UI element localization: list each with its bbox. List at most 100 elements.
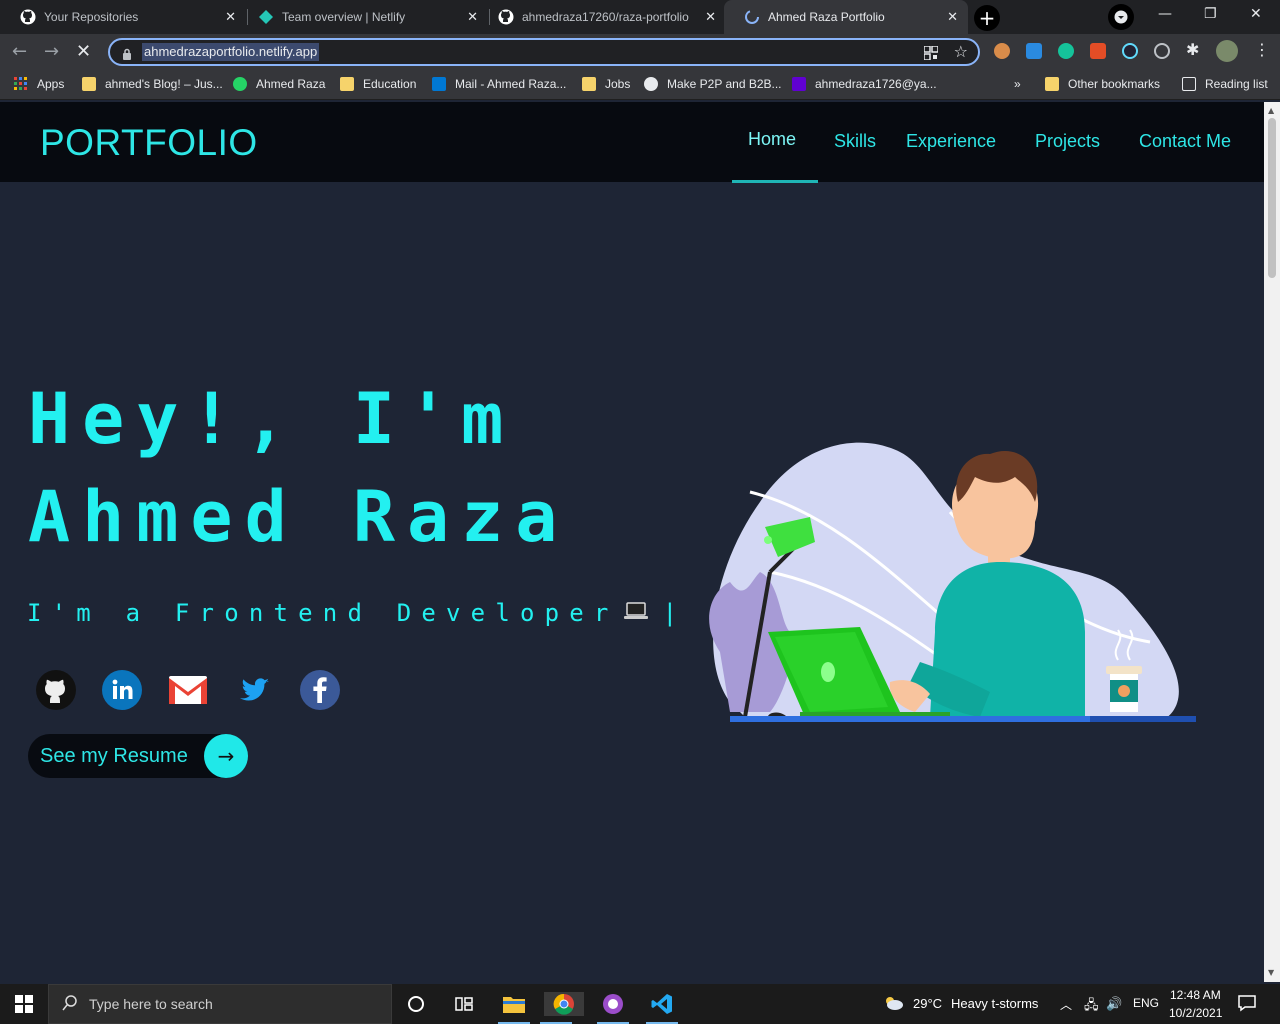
folder-icon [340, 77, 354, 91]
globe-icon [644, 77, 658, 91]
clock-time[interactable]: 12:48 AM [1170, 988, 1221, 1002]
facebook-icon[interactable] [300, 670, 340, 710]
bookmark-yahoo[interactable]: ahmedraza1726@ya... [792, 77, 937, 91]
page-scrollbar[interactable]: ▲ ▼ [1264, 102, 1280, 982]
nav-projects[interactable]: Projects [1035, 131, 1100, 152]
arrow-right-icon: → [204, 734, 248, 778]
bookmark-p2p[interactable]: Make P2P and B2B... [644, 77, 782, 91]
avatar[interactable] [1216, 40, 1238, 62]
browser-toolbar: ← → ✕ ahmedrazaportfolio.netlify.app ☆ ✱… [0, 34, 1280, 70]
menu-kebab-icon[interactable]: ⋮ [1254, 40, 1270, 59]
search-placeholder: Type here to search [89, 996, 213, 1012]
weather-description[interactable]: Heavy t-storms [951, 996, 1038, 1011]
window-close-button[interactable]: ✕ [1250, 6, 1262, 22]
weather-icon[interactable] [882, 994, 904, 1015]
task-view-icon[interactable] [452, 992, 476, 1016]
language-indicator[interactable]: ENG [1133, 996, 1159, 1010]
loading-icon [744, 9, 760, 25]
twitter-icon[interactable] [234, 670, 274, 710]
tab-label: Ahmed Raza Portfolio [768, 10, 885, 24]
address-text[interactable]: ahmedrazaportfolio.netlify.app [142, 43, 320, 61]
social-links [36, 670, 366, 710]
folder-icon [1045, 77, 1059, 91]
notifications-icon[interactable] [1238, 994, 1256, 1015]
linkedin-icon[interactable] [102, 670, 142, 710]
apps-grid-icon [14, 77, 28, 91]
weather-temperature[interactable]: 29°C [913, 996, 942, 1011]
cookie-extension-icon[interactable] [994, 43, 1010, 59]
scroll-up-icon[interactable]: ▲ [1268, 106, 1274, 115]
restore-button[interactable]: ❐ [1204, 6, 1217, 22]
folder-icon [582, 77, 596, 91]
yahoo-icon [792, 77, 806, 91]
chevron-up-icon[interactable]: ︿ [1060, 996, 1072, 1013]
bookmarks-overflow-button[interactable]: » [1014, 77, 1021, 91]
tab-label: ahmedraza17260/raza-portfolio [522, 10, 689, 24]
puzzle-extensions-icon[interactable]: ✱ [1186, 40, 1202, 59]
network-icon[interactable]: 🖧 [1084, 996, 1099, 1018]
bookmark-other[interactable]: Other bookmarks [1045, 77, 1160, 91]
nav-home[interactable]: Home [748, 129, 796, 150]
bookmark-blog[interactable]: ahmed's Blog! – Jus... [82, 77, 223, 91]
minimize-button[interactable]: — [1158, 6, 1172, 22]
volume-icon[interactable]: 🔊 [1106, 996, 1122, 1012]
github-icon [20, 9, 36, 25]
chevron-down-icon [1114, 10, 1128, 24]
close-icon[interactable]: ✕ [947, 9, 958, 25]
active-nav-indicator [732, 180, 818, 183]
tab-your-repositories[interactable]: Your Repositories ✕ [0, 0, 246, 34]
outlook-icon [432, 77, 446, 91]
file-explorer-icon[interactable] [498, 992, 530, 1024]
nav-experience[interactable]: Experience [906, 131, 996, 152]
chrome-icon[interactable] [540, 992, 584, 1024]
see-resume-button[interactable]: See my Resume → [28, 734, 248, 778]
github-desktop-icon[interactable] [597, 992, 629, 1024]
tab-strip: Your Repositories ✕ Team overview | Netl… [0, 0, 1280, 34]
html5-extension-icon[interactable] [1090, 43, 1106, 59]
tab-ahmed-raza-portfolio[interactable]: Ahmed Raza Portfolio ✕ [724, 0, 968, 34]
bookmark-apps[interactable]: Apps [14, 77, 64, 91]
tab-label: Your Repositories [44, 10, 139, 24]
address-bar[interactable]: ahmedrazaportfolio.netlify.app ☆ [108, 38, 980, 66]
close-icon[interactable]: ✕ [467, 9, 478, 25]
clock-date[interactable]: 10/2/2021 [1169, 1006, 1222, 1020]
nav-skills[interactable]: Skills [834, 131, 876, 152]
extension-icon[interactable] [1154, 43, 1170, 59]
grammarly-icon[interactable] [1058, 43, 1074, 59]
bookmark-ahmed-raza[interactable]: Ahmed Raza [233, 77, 325, 91]
tab-raza-portfolio-repo[interactable]: ahmedraza17260/raza-portfolio ✕ [478, 0, 726, 34]
windows-start-icon[interactable] [12, 992, 36, 1016]
bookmark-star-icon[interactable]: ☆ [954, 42, 968, 61]
tab-netlify[interactable]: Team overview | Netlify ✕ [238, 0, 488, 34]
cortana-icon[interactable] [404, 992, 428, 1016]
hero-heading: Hey!, I'm Ahmed Raza [28, 370, 569, 566]
typewriter-cursor: | [662, 599, 688, 627]
bookmark-jobs[interactable]: Jobs [582, 77, 630, 91]
react-devtools-icon[interactable] [1122, 43, 1138, 59]
back-button[interactable]: ← [12, 41, 27, 62]
gmail-icon[interactable] [168, 670, 208, 710]
tab-search-button[interactable] [1108, 4, 1134, 30]
reading-list-button[interactable]: Reading list [1182, 77, 1268, 91]
site-header: PORTFOLIO Home Skills Experience Project… [0, 102, 1264, 183]
hero-greeting: Hey!, I'm [28, 378, 516, 460]
stop-loading-button[interactable]: ✕ [76, 41, 91, 62]
scroll-down-icon[interactable]: ▼ [1268, 968, 1274, 977]
scrollbar-thumb[interactable] [1268, 118, 1276, 278]
new-tab-button[interactable]: + [974, 5, 1000, 31]
close-icon[interactable]: ✕ [705, 9, 716, 25]
whatsapp-icon [233, 77, 247, 91]
nav-contact-me[interactable]: Contact Me [1139, 131, 1231, 152]
vscode-icon[interactable] [646, 992, 678, 1024]
laptop-icon [623, 599, 649, 627]
github-icon[interactable] [36, 670, 76, 710]
bookmark-education[interactable]: Education [340, 77, 416, 91]
portfolio-page: PORTFOLIO Home Skills Experience Project… [0, 102, 1264, 982]
bookmark-mail[interactable]: Mail - Ahmed Raza... [432, 77, 566, 91]
site-logo[interactable]: PORTFOLIO [40, 122, 258, 164]
extension-icon[interactable] [1026, 43, 1042, 59]
qr-code-icon[interactable] [923, 45, 939, 64]
taskbar-search[interactable]: Type here to search [48, 984, 392, 1024]
close-icon[interactable]: ✕ [225, 9, 236, 25]
forward-button[interactable]: → [44, 41, 59, 62]
